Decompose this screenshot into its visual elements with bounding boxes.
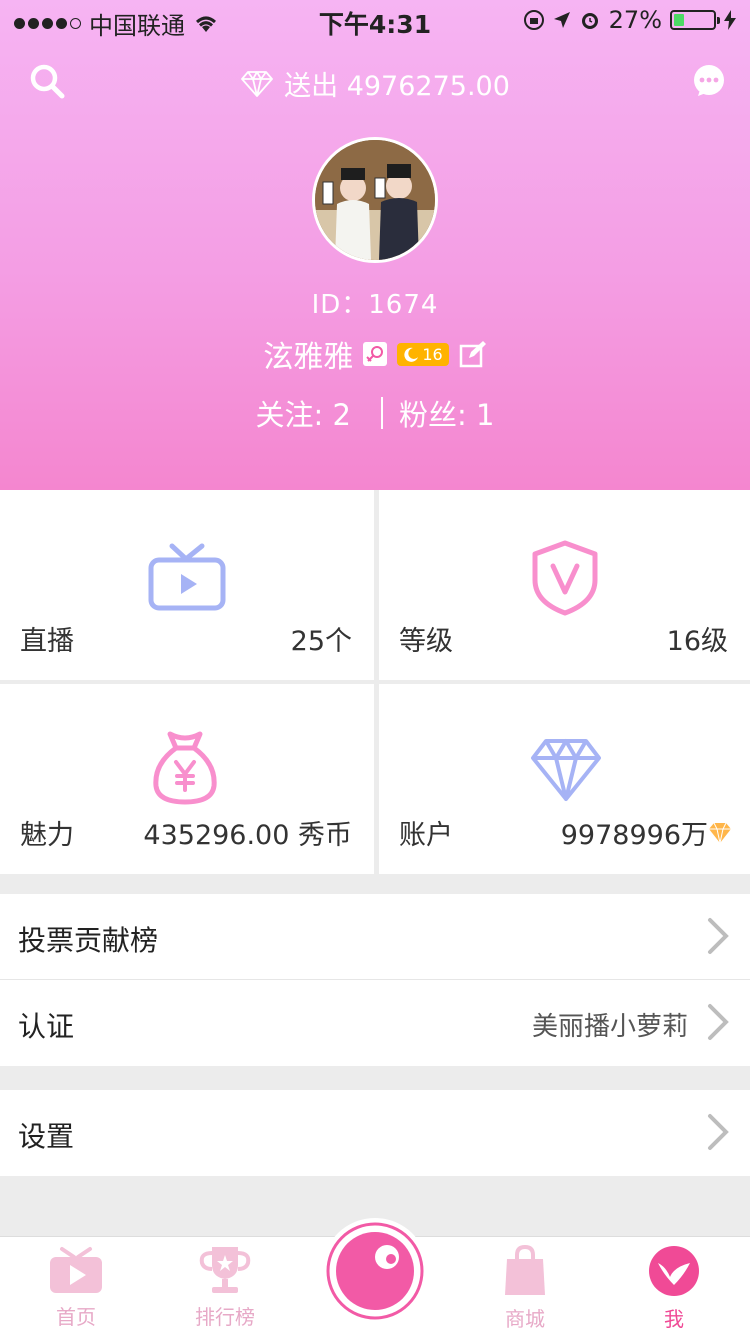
- battery-percent: 27%: [608, 6, 662, 34]
- tab-ranking[interactable]: 排行榜: [175, 1245, 275, 1330]
- certification-value: 美丽播小萝莉: [531, 1012, 688, 1042]
- stats-grid: 直播 25个 等级 16级 魅力 435296.00 秀币 账户 9978996…: [0, 490, 750, 874]
- stat-live[interactable]: 直播 25个: [0, 490, 374, 680]
- top-bar: 送出 4976275.00: [0, 60, 750, 104]
- settings-row[interactable]: 设置: [0, 1090, 750, 1176]
- shield-v-icon: [532, 540, 598, 616]
- row-label: 认证: [18, 1010, 75, 1043]
- sent-total: 送出 4976275.00: [0, 64, 750, 103]
- charging-icon: [724, 10, 736, 30]
- divider: [381, 397, 383, 429]
- name-line: 泫雅雅 16: [0, 332, 750, 376]
- row-label: 设置: [18, 1120, 75, 1153]
- diamond-outline-icon: [241, 70, 274, 97]
- follow-stats: 关注: 2 粉丝: 1: [0, 392, 750, 434]
- fans-count[interactable]: 粉丝: 1: [399, 392, 494, 434]
- stat-label: 直播: [20, 626, 74, 657]
- user-id: ID：1674: [311, 290, 439, 320]
- stat-value: 435296.00 秀币: [143, 820, 352, 851]
- battery-icon: [670, 10, 720, 30]
- row-label: 投票贡献榜: [18, 924, 159, 957]
- profile-header: 中国联通 下午4:31 27% 送出 4976275.00 ID：1674 泫雅…: [0, 0, 750, 490]
- shopping-bag-icon: [505, 1244, 545, 1295]
- tab-label: 首页: [56, 1305, 96, 1329]
- tab-label: 商城: [505, 1307, 545, 1331]
- avatar[interactable]: [312, 137, 438, 263]
- moon-icon: [404, 347, 419, 362]
- diamond-icon: [531, 739, 601, 801]
- certification-row[interactable]: 认证 美丽播小萝莉: [0, 980, 750, 1066]
- following-count[interactable]: 关注: 2: [256, 392, 351, 434]
- heart-bird-icon: [649, 1246, 699, 1296]
- stat-label: 魅力: [20, 820, 74, 851]
- message-icon[interactable]: [692, 64, 726, 98]
- camera-lens-icon: [326, 1222, 424, 1320]
- go-live-button[interactable]: [322, 1218, 428, 1324]
- gender-female-icon: [363, 342, 388, 366]
- rotation-lock-icon: [523, 10, 544, 30]
- edit-icon[interactable]: [459, 340, 487, 368]
- gold-diamond-icon: [709, 822, 731, 843]
- stat-value-wrap: 9978996万: [561, 813, 732, 852]
- money-bag-icon: [153, 731, 217, 805]
- trophy-icon: [199, 1247, 251, 1293]
- stat-value: 25个: [290, 626, 352, 657]
- stat-label: 等级: [399, 626, 453, 657]
- alarm-icon: [581, 13, 598, 29]
- tv-icon: [148, 543, 226, 611]
- stat-account[interactable]: 账户 9978996万: [379, 684, 750, 874]
- tab-label: 我: [664, 1307, 684, 1331]
- tab-shop[interactable]: 商城: [475, 1244, 575, 1332]
- tab-label: 排行榜: [195, 1305, 255, 1329]
- status-bar: 中国联通 下午4:31 27%: [0, 0, 750, 40]
- chevron-right-icon: [708, 1004, 729, 1040]
- sent-label: 送出 4976275.00: [284, 71, 510, 102]
- avatar-photo-icon: [315, 140, 435, 260]
- stat-value: 9978996万: [560, 820, 708, 851]
- chevron-right-icon: [708, 1114, 729, 1150]
- chevron-right-icon: [708, 918, 729, 954]
- tab-me[interactable]: 我: [624, 1245, 724, 1332]
- settings-list: 设置: [0, 1090, 750, 1176]
- play-tv-icon: [50, 1247, 102, 1293]
- username: 泫雅雅: [263, 340, 354, 375]
- stat-label: 账户: [399, 820, 453, 851]
- level-number: 16: [422, 344, 443, 364]
- stat-charm[interactable]: 魅力 435296.00 秀币: [0, 684, 374, 874]
- menu-list: 投票贡献榜 认证 美丽播小萝莉: [0, 894, 750, 1066]
- tab-home[interactable]: 首页: [26, 1245, 126, 1330]
- stat-value: 16级: [666, 626, 728, 657]
- vote-ranking-row[interactable]: 投票贡献榜: [0, 894, 750, 980]
- location-arrow-icon: [553, 12, 570, 28]
- stat-level[interactable]: 等级 16级: [379, 490, 750, 680]
- level-badge: 16: [397, 342, 449, 366]
